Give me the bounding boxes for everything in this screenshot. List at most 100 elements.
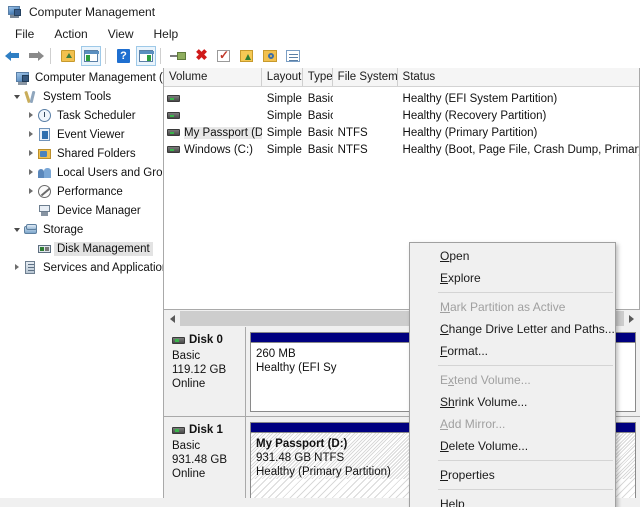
cell-layout: Simple bbox=[266, 109, 302, 122]
cell-status: Healthy (Boot, Page File, Crash Dump, Pr… bbox=[402, 143, 639, 156]
help-icon[interactable]: ? bbox=[113, 46, 133, 66]
expander-down-icon[interactable] bbox=[10, 220, 23, 239]
cell-volume: Windows (C:) bbox=[184, 143, 254, 156]
back-icon[interactable] bbox=[3, 46, 23, 66]
menu-file[interactable]: File bbox=[6, 25, 43, 43]
context-menu-item-delete-volume[interactable]: Delete Volume... bbox=[410, 435, 615, 457]
table-row[interactable]: My Passport (D:) Simple Basic NTFS Healt… bbox=[164, 124, 639, 141]
tree-item-label: Task Scheduler bbox=[57, 109, 136, 122]
expander-down-icon[interactable] bbox=[10, 87, 23, 106]
expander-right-icon[interactable] bbox=[24, 182, 37, 201]
show-hide-action-pane-icon[interactable] bbox=[136, 46, 156, 66]
tree-item-task-scheduler[interactable]: Task Scheduler bbox=[0, 106, 163, 125]
disk-name: Disk 1 bbox=[189, 424, 223, 436]
label-change-drive-letter-and-paths: Change Drive Letter and Paths... bbox=[440, 322, 615, 336]
menu-separator bbox=[438, 489, 613, 490]
delete-icon[interactable]: ✖ bbox=[191, 46, 211, 66]
tree-item-shared-folders[interactable]: Shared Folders bbox=[0, 144, 163, 163]
toolbar-separator bbox=[105, 48, 106, 64]
context-menu-item-shrink-volume[interactable]: Shrink Volume... bbox=[410, 391, 615, 413]
up-one-level-icon[interactable] bbox=[58, 46, 78, 66]
detail-view-icon[interactable] bbox=[283, 46, 303, 66]
forward-icon[interactable] bbox=[26, 46, 46, 66]
system-tools-icon bbox=[23, 89, 39, 105]
tree-item-services-and-applications[interactable]: Services and Applications bbox=[0, 258, 163, 277]
tree-item-label: Services and Applications bbox=[43, 261, 164, 274]
computer-management-icon bbox=[15, 70, 31, 86]
toolbar: ? ✖ bbox=[0, 44, 640, 69]
column-header-file-system[interactable]: File System bbox=[333, 68, 398, 86]
disk-type: Basic bbox=[172, 350, 201, 362]
show-hide-console-tree-icon[interactable] bbox=[81, 46, 101, 66]
find-icon[interactable] bbox=[260, 46, 280, 66]
context-menu-item-properties[interactable]: Properties bbox=[410, 464, 615, 486]
cell-status: Healthy (Recovery Partition) bbox=[402, 109, 547, 122]
column-header-type[interactable]: Type bbox=[303, 68, 333, 86]
tree-item-performance[interactable]: Performance bbox=[0, 182, 163, 201]
cell-layout: Simple bbox=[266, 143, 302, 156]
context-menu-item-add-mirror: Add Mirror... bbox=[410, 413, 615, 435]
context-menu-item-change-drive-letter-and-paths[interactable]: Change Drive Letter and Paths... bbox=[410, 318, 615, 340]
menu-action[interactable]: Action bbox=[45, 25, 96, 43]
label-help: Help bbox=[440, 497, 465, 507]
volume-list-header: Volume Layout Type File System Status bbox=[164, 68, 639, 87]
menu-help[interactable]: Help bbox=[145, 25, 188, 43]
properties-check-icon[interactable] bbox=[214, 46, 234, 66]
expander-right-icon[interactable] bbox=[24, 163, 37, 182]
column-header-layout[interactable]: Layout bbox=[262, 68, 303, 86]
tree-item-label: Local Users and Groups bbox=[57, 166, 163, 179]
context-menu-item-open[interactable]: Open bbox=[410, 245, 615, 267]
volume-icon bbox=[167, 129, 180, 136]
disk-info-disk-1[interactable]: Disk 1 Basic 931.48 GB Online bbox=[164, 417, 246, 506]
window-title: Computer Management bbox=[29, 5, 156, 19]
title-bar: Computer Management bbox=[0, 0, 640, 24]
expander-right-icon[interactable] bbox=[24, 144, 37, 163]
context-menu-item-format[interactable]: Format... bbox=[410, 340, 615, 362]
disk-capacity: 119.12 GB bbox=[172, 364, 227, 376]
shared-folders-icon bbox=[37, 146, 53, 162]
label-properties: Properties bbox=[440, 468, 495, 482]
context-menu-item-explore[interactable]: Explore bbox=[410, 267, 615, 289]
partition-color-bar bbox=[251, 333, 410, 343]
volume-icon bbox=[167, 112, 180, 119]
table-row[interactable]: Simple Basic Healthy (EFI System Partiti… bbox=[164, 90, 639, 107]
task-scheduler-icon bbox=[37, 108, 53, 124]
partition-efi[interactable]: 260 MB Healthy (EFI Sy bbox=[250, 332, 411, 412]
tree-item-event-viewer[interactable]: Event Viewer bbox=[0, 125, 163, 144]
disk-info-disk-0[interactable]: Disk 0 Basic 119.12 GB Online bbox=[164, 327, 246, 416]
expander-right-icon[interactable] bbox=[10, 258, 23, 277]
console-tree-panel: Computer Management (Local System Tools … bbox=[0, 68, 164, 507]
menu-view[interactable]: View bbox=[99, 25, 143, 43]
expander-right-icon[interactable] bbox=[24, 125, 37, 144]
tree-item-computer-management[interactable]: Computer Management (Local bbox=[0, 68, 163, 87]
scroll-right-arrow-icon[interactable] bbox=[624, 311, 640, 326]
tree-item-local-users-and-groups[interactable]: Local Users and Groups bbox=[0, 163, 163, 182]
table-row[interactable]: Windows (C:) Simple Basic NTFS Healthy (… bbox=[164, 141, 639, 158]
tree-item-device-manager[interactable]: Device Manager bbox=[0, 201, 163, 220]
scroll-left-arrow-icon[interactable] bbox=[164, 311, 180, 326]
label-mark-partition-as-active: Mark Partition as Active bbox=[440, 300, 566, 314]
export-list-icon[interactable] bbox=[237, 46, 257, 66]
expander-right-icon[interactable] bbox=[24, 106, 37, 125]
computer-management-icon bbox=[7, 4, 23, 20]
tree-item-disk-management[interactable]: Disk Management bbox=[0, 239, 163, 258]
table-row[interactable]: Simple Basic Healthy (Recovery Partition… bbox=[164, 107, 639, 124]
column-header-volume[interactable]: Volume bbox=[164, 68, 262, 86]
label-open: Open bbox=[440, 249, 470, 263]
context-menu-item-help[interactable]: Help bbox=[410, 493, 615, 507]
label-extend-volume: Extend Volume... bbox=[440, 373, 531, 387]
disk-type: Basic bbox=[172, 440, 201, 452]
cell-type: Basic bbox=[307, 126, 333, 139]
rescan-disks-icon[interactable] bbox=[168, 46, 188, 66]
tree-item-label: Disk Management bbox=[54, 241, 153, 256]
tree-item-storage[interactable]: Storage bbox=[0, 220, 163, 239]
tree-item-label: Event Viewer bbox=[57, 128, 125, 141]
tree-item-label: Storage bbox=[43, 223, 84, 236]
menu-bar: File Action View Help bbox=[0, 24, 640, 44]
disk-icon bbox=[172, 426, 185, 434]
column-header-status[interactable]: Status bbox=[398, 68, 639, 86]
tree-item-system-tools[interactable]: System Tools bbox=[0, 87, 163, 106]
services-and-applications-icon bbox=[23, 260, 39, 276]
storage-icon bbox=[23, 222, 39, 238]
local-users-and-groups-icon bbox=[37, 165, 53, 181]
